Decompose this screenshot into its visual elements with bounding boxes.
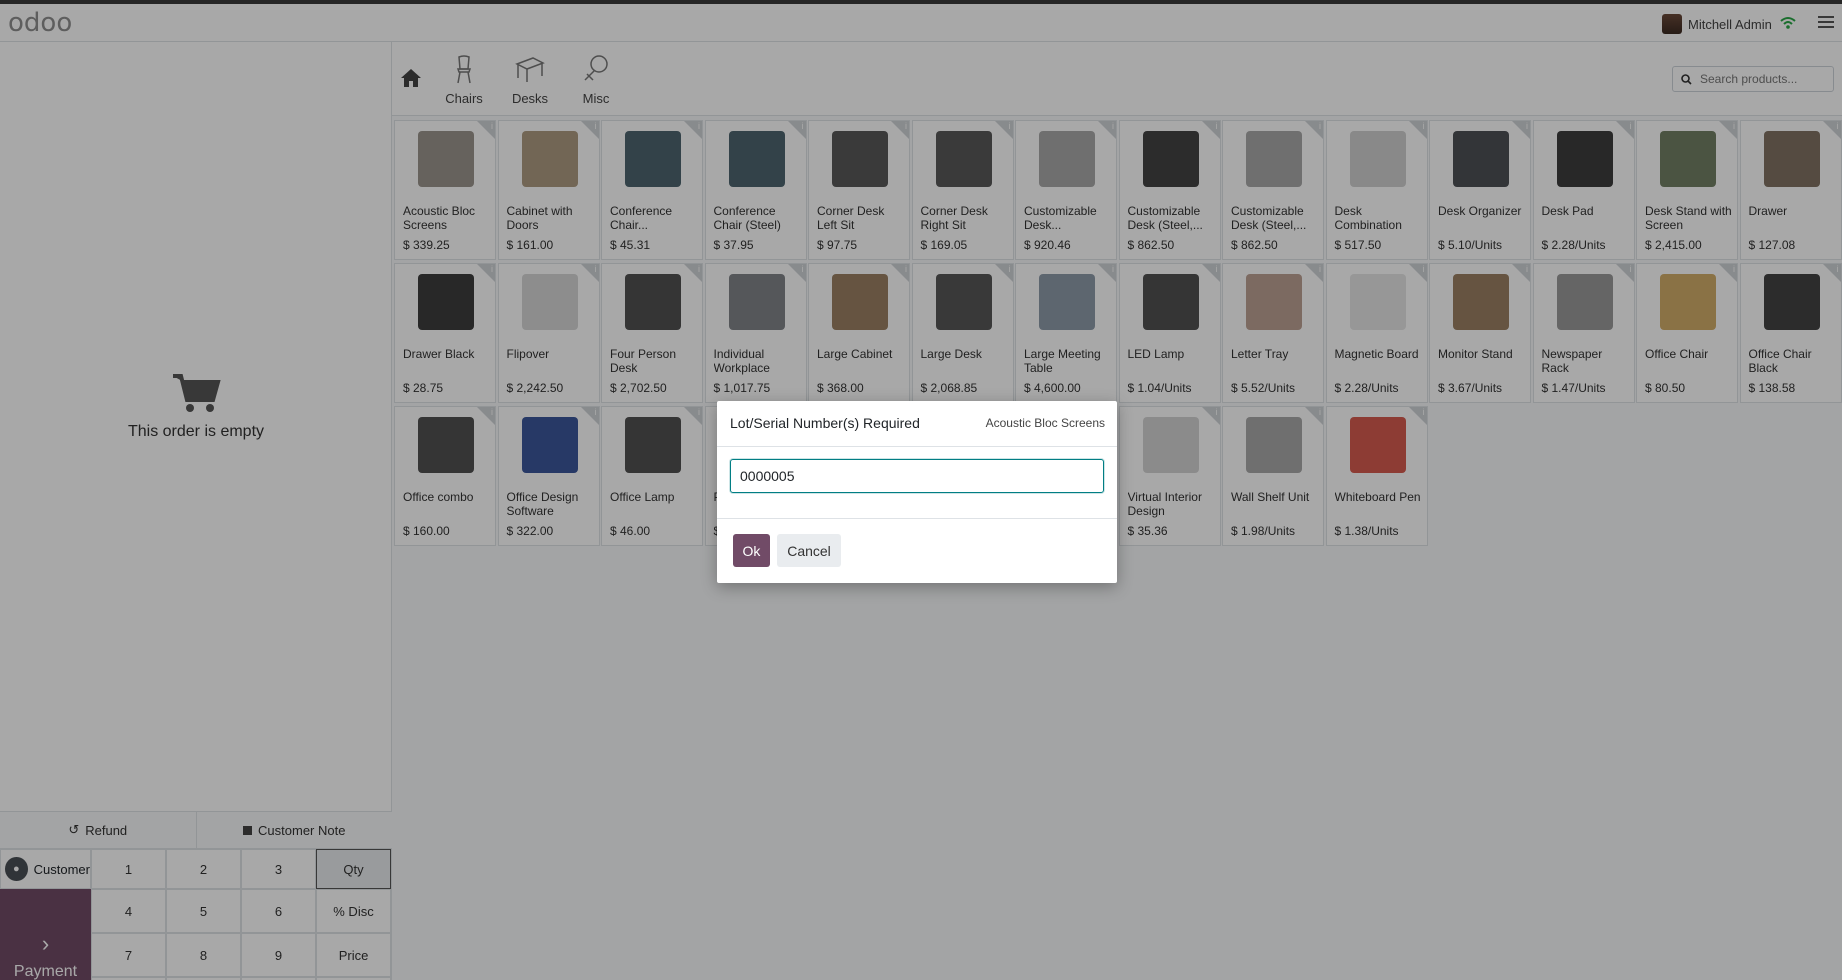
dialog-product-name: Acoustic Bloc Screens <box>985 416 1105 430</box>
dialog-header: Lot/Serial Number(s) Required Acoustic B… <box>717 401 1117 447</box>
lot-serial-dialog: Lot/Serial Number(s) Required Acoustic B… <box>717 401 1117 583</box>
dialog-title: Lot/Serial Number(s) Required <box>730 415 920 431</box>
dialog-body <box>717 447 1117 519</box>
cancel-button[interactable]: Cancel <box>777 534 841 567</box>
dialog-footer: Ok Cancel <box>717 519 1117 583</box>
ok-button[interactable]: Ok <box>733 534 770 567</box>
lot-serial-input[interactable] <box>730 459 1104 493</box>
